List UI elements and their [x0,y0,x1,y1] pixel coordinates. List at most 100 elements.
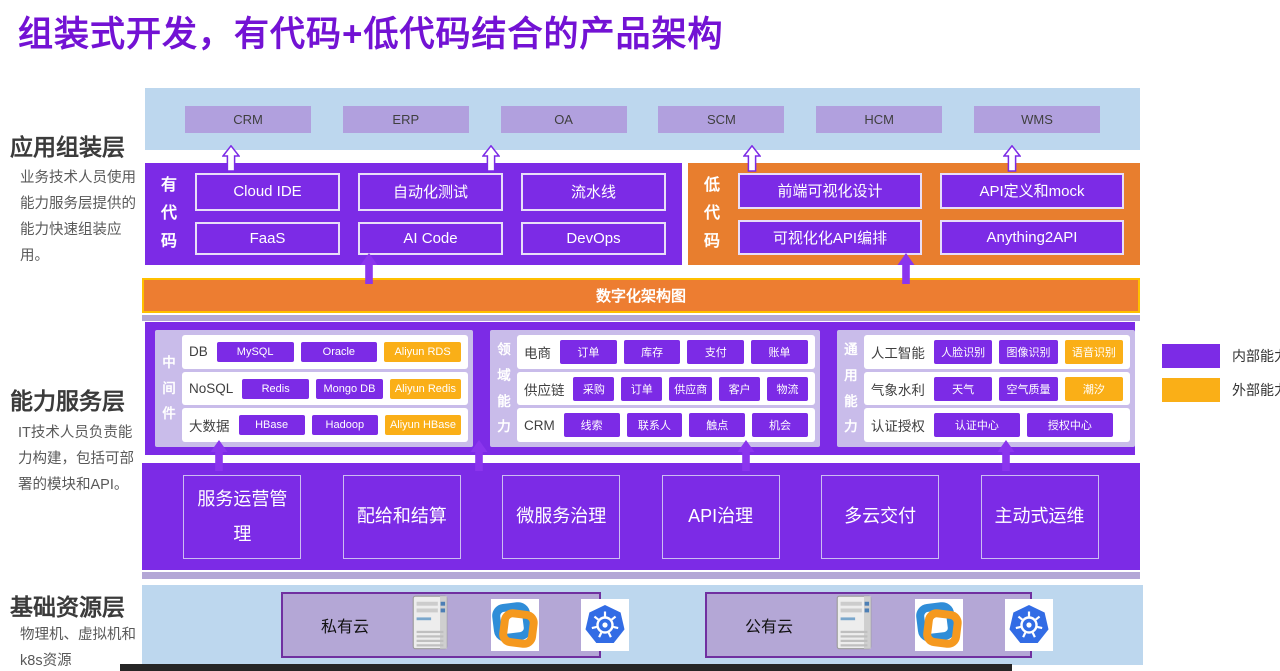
capability-tag: Redis [242,379,309,399]
arrow-up-icon [482,145,500,177]
pro-code-item: 自动化测试 [358,173,503,211]
cloud-label: 私有云 [321,613,369,637]
service-box: 主动式运维 [981,475,1099,559]
divider-strip [142,315,1140,321]
server-icon [835,595,873,656]
capability-tag: 订单 [560,340,617,364]
low-code-item: API定义和mock [940,173,1124,209]
vmware-icon [491,599,539,651]
app-button-crm: CRM [185,106,311,133]
capability-row: 人工智能人脸识别图像识别语音识别 [864,335,1130,369]
low-code-item: 可视化化API编排 [738,220,922,256]
capability-panel: 通用能力人工智能人脸识别图像识别语音识别气象水利天气空气质量潮汐认证授权认证中心… [837,330,1135,447]
capability-tag: Mongo DB [316,379,383,399]
legend-item: 外部能力 [1162,378,1280,402]
low-code-item: 前端可视化设计 [738,173,922,209]
capability-panel-label: 通用能力 [842,335,860,442]
capability-row-name: 人工智能 [871,342,925,362]
capability-panel: 中间件DBMySQLOracleAliyun RDSNoSQLRedisMong… [155,330,473,447]
divider-strip [142,572,1140,579]
low-code-section: 低代码 前端可视化设计API定义和mock可视化化API编排Anything2A… [688,163,1140,265]
capability-tag: 空气质量 [999,377,1057,401]
capability-tag: Hadoop [312,415,378,435]
capability-tag: 采购 [573,377,614,401]
kubernetes-icon [1005,599,1053,651]
pro-code-item: 流水线 [521,173,666,211]
pro-code-item: DevOps [521,222,666,256]
capability-row: 电商订单库存支付账单 [517,335,815,369]
capability-tag: 认证中心 [934,413,1020,437]
capability-panel: 领域能力电商订单库存支付账单供应链采购订单供应商客户物流CRM线索联系人触点机会 [490,330,820,447]
legend-label: 外部能力 [1232,380,1280,400]
capability-tag: Oracle [301,342,378,362]
layer-desc-capability: IT技术人员负责能力构建，包括可部署的模块和API。 [18,420,146,498]
layer-heading-resource: 基础资源层 [10,588,125,622]
base-resource-area: 私有云 公有云 [142,585,1143,665]
capability-tag: 物流 [767,377,808,401]
service-box: 微服务治理 [502,475,620,559]
legend-swatch-external [1162,378,1220,402]
arrow-up-icon [997,440,1015,476]
app-button-oa: OA [501,106,627,133]
capability-tag: 联系人 [627,413,683,437]
capability-row-name: 电商 [524,342,551,362]
capability-tag: 天气 [934,377,992,401]
capability-tag: Aliyun HBase [385,415,461,435]
capability-tag: Aliyun Redis [390,379,461,399]
app-button-hcm: HCM [816,106,942,133]
arrow-up-icon [222,145,240,177]
capability-tag: 潮汐 [1065,377,1123,401]
capability-tag: 客户 [719,377,760,401]
capability-row: 认证授权认证中心授权中心 [864,408,1130,442]
arrow-up-icon [360,253,378,289]
architecture-slide: 组装式开发，有代码+低代码结合的产品架构 应用组装层 业务技术人员使用能力服务层… [0,0,1280,671]
arrow-up-icon [470,440,488,476]
digital-architecture-bar: 数字化架构图 [142,278,1140,313]
low-code-item: Anything2API [940,220,1124,256]
server-icon [411,595,449,656]
cloud-box-private: 私有云 [281,592,601,658]
app-button-scm: SCM [658,106,784,133]
capability-tag: HBase [239,415,305,435]
capability-tag: 图像识别 [999,340,1057,364]
cloud-box-public: 公有云 [705,592,1032,658]
service-box: 服务运营管理 [183,475,301,559]
app-button-wms: WMS [974,106,1100,133]
low-code-items: 前端可视化设计 API定义和mock 可视化化API编排 Anything2API [738,173,1124,255]
capability-panel-label: 中间件 [160,335,178,442]
page-title: 组装式开发，有代码+低代码结合的产品架构 [18,6,723,57]
application-bar: CRMERPOASCMHCMWMS [145,88,1140,150]
layer-desc-app: 业务技术人员使用能力服务层提供的能力快速组装应用。 [20,165,148,269]
service-box: 多云交付 [821,475,939,559]
pro-code-item: Cloud IDE [195,173,340,211]
capability-tag: 语音识别 [1065,340,1123,364]
service-box: 配给和结算 [343,475,461,559]
capability-row: 大数据HBaseHadoopAliyun HBase [182,408,468,442]
capability-tag: 机会 [752,413,808,437]
cloud-label: 公有云 [745,613,793,637]
arrow-up-icon [743,145,761,177]
capability-panel-label: 领域能力 [495,335,513,442]
capability-row: CRM线索联系人触点机会 [517,408,815,442]
capability-row-name: DB [189,344,208,359]
legend-item: 内部能力 [1162,344,1280,368]
capability-service-box: 中间件DBMySQLOracleAliyun RDSNoSQLRedisMong… [145,322,1135,455]
legend: 内部能力外部能力 [1162,344,1280,402]
legend-label: 内部能力 [1232,346,1280,366]
capability-tag: 供应商 [669,377,712,401]
capability-tag: 人脸识别 [934,340,992,364]
capability-tag: 订单 [621,377,662,401]
capability-row: 气象水利天气空气质量潮汐 [864,372,1130,406]
capability-row-name: 供应链 [524,379,565,399]
legend-swatch-internal [1162,344,1220,368]
capability-row-name: 气象水利 [871,379,925,399]
layer-heading-capability: 能力服务层 [10,382,125,416]
pro-code-section: 有代码 Cloud IDE自动化测试流水线FaaSAI CodeDevOps [145,163,682,265]
capability-tag: 支付 [687,340,744,364]
pro-code-item: FaaS [195,222,340,256]
arrow-up-icon [1003,145,1021,177]
pro-code-item: AI Code [358,222,503,256]
service-row: 服务运营管理配给和结算微服务治理API治理多云交付主动式运维 [142,463,1140,570]
layer-heading-app: 应用组装层 [10,128,125,162]
capability-row: DBMySQLOracleAliyun RDS [182,335,468,369]
